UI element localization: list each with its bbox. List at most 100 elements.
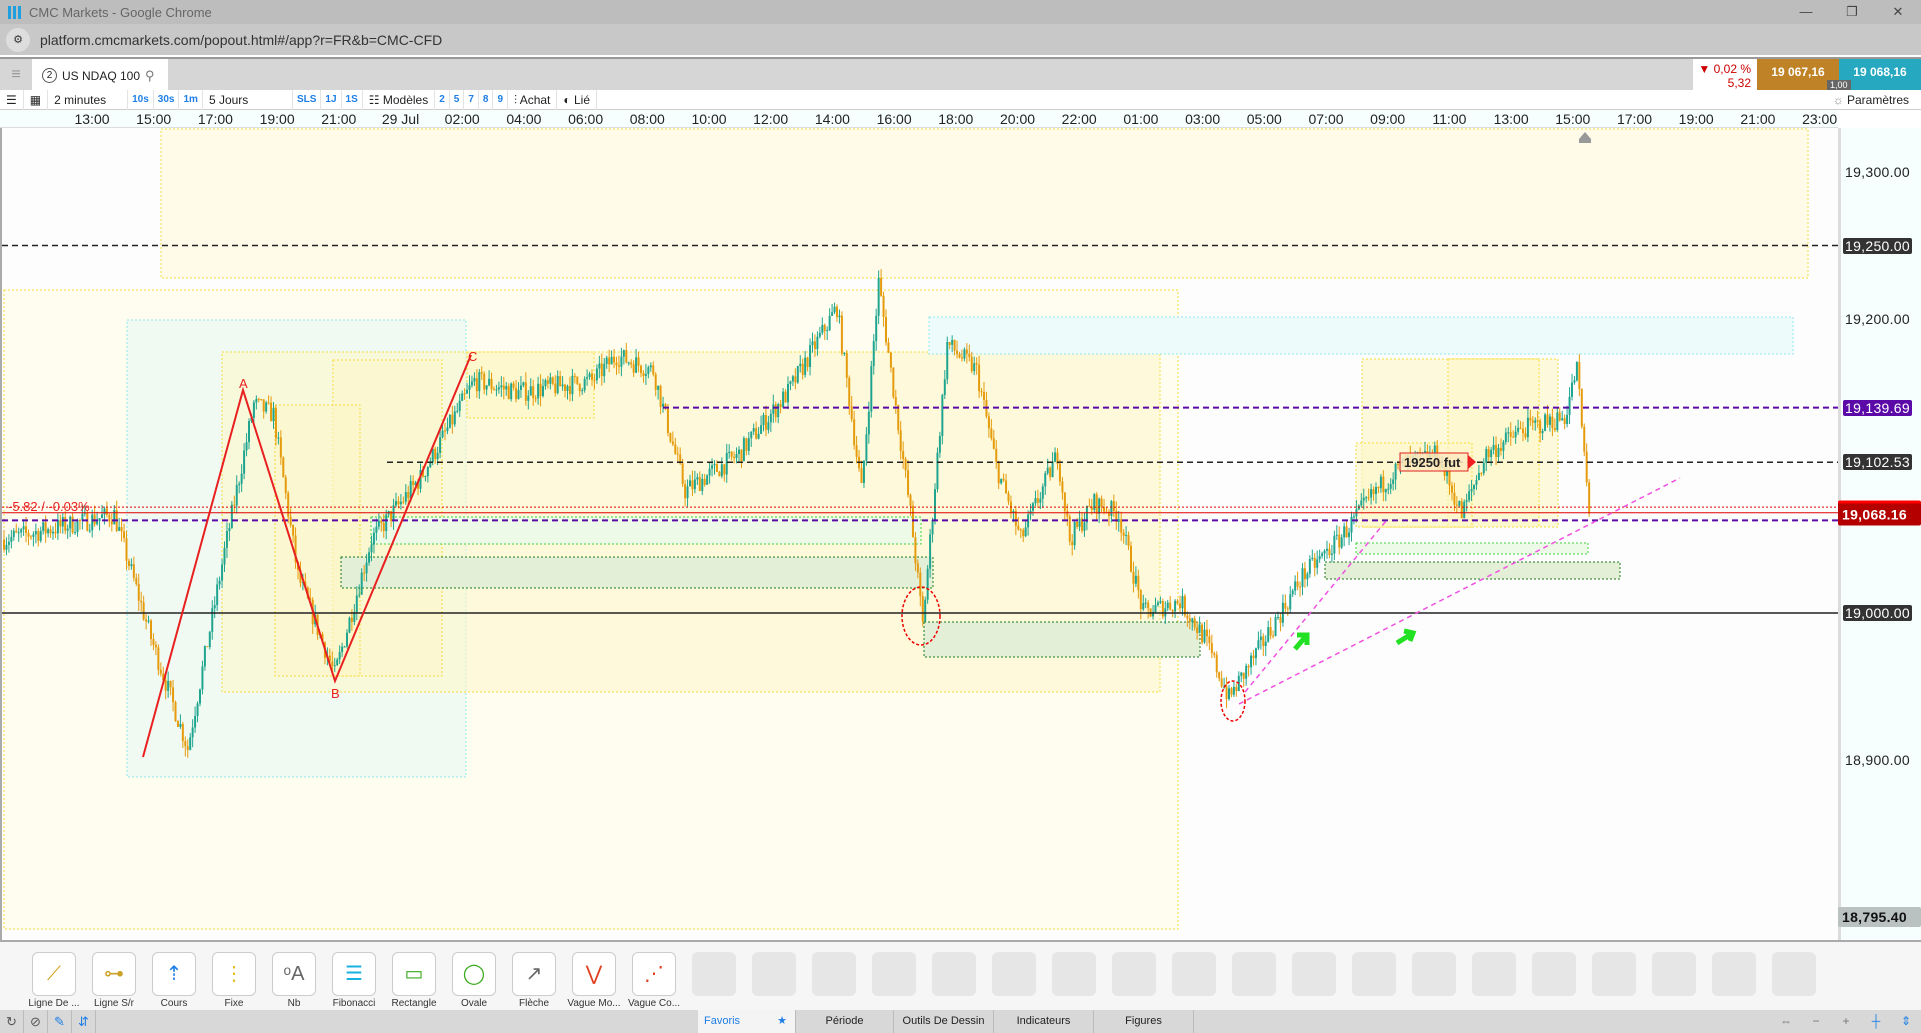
preset-9[interactable]: 9 — [493, 89, 509, 110]
candle-body — [88, 530, 91, 532]
candle-body — [990, 428, 993, 439]
tool-slot-empty — [1772, 952, 1816, 996]
price-chart[interactable]: A B C -5.82 / -0.03% 19250 fut — [0, 128, 1838, 940]
price-axis[interactable]: 19,300.00 19,200.00 18,900.00 18,795.40 19,2… — [1838, 128, 1921, 940]
tool-ligne-s-r[interactable]: ⊶ — [92, 952, 136, 996]
search-icon[interactable]: ⚲ — [145, 68, 155, 84]
candle-body — [1063, 492, 1066, 511]
crosshair-icon[interactable]: ┼ — [1861, 1010, 1891, 1033]
candle-body — [1343, 526, 1346, 538]
list-icon[interactable]: ☰ — [0, 89, 24, 110]
close-button[interactable]: ✕ — [1875, 0, 1921, 24]
candle-body — [201, 666, 204, 690]
candle-body — [350, 617, 353, 622]
linked-button[interactable]: ◐ Lié — [557, 89, 597, 110]
tab-period[interactable]: Période — [796, 1010, 894, 1033]
candle-body — [1201, 624, 1204, 643]
tool-ligne-de-[interactable]: ⟋ — [32, 952, 76, 996]
candle-body — [333, 665, 336, 667]
candle-body — [676, 453, 679, 455]
time-axis[interactable]: 13:00 15:00 17:00 19:00 21:00 29 Jul 02:00 04:0… — [0, 110, 1838, 128]
candle-body — [1051, 461, 1054, 478]
preset-2[interactable]: 2 — [435, 89, 450, 110]
menu-icon[interactable]: ≡ — [0, 59, 32, 90]
quick-1m[interactable]: 1m — [179, 89, 203, 110]
sell-button[interactable]: 19 067,16 1,00 — [1757, 59, 1851, 92]
candle-body — [836, 306, 838, 318]
candle-body — [189, 737, 192, 750]
range-select[interactable]: 5 Jours — [203, 89, 293, 110]
tool-icon: ⋁ — [585, 963, 603, 985]
preset-8[interactable]: 8 — [479, 89, 494, 110]
candle-body — [1017, 525, 1020, 530]
candle-body — [789, 381, 792, 384]
tool-vague-mo-[interactable]: ⋁ — [572, 952, 616, 996]
interval-select[interactable]: 2 minutes — [48, 89, 129, 110]
zone-rect — [923, 621, 1201, 658]
tab-indicators[interactable]: Indicateurs — [994, 1010, 1094, 1033]
settings-button[interactable]: ☼ Paramètres — [1833, 90, 1909, 110]
candle-body — [1512, 436, 1515, 438]
chart-type-button[interactable]: ⫶ Achat — [508, 89, 558, 110]
candle-body — [919, 572, 922, 597]
quick-sls[interactable]: SLS — [293, 89, 322, 110]
candle-body — [622, 350, 625, 357]
preset-7[interactable]: 7 — [464, 89, 479, 110]
tool-slot-empty — [1052, 952, 1096, 996]
zoom-in-icon[interactable]: + — [1831, 1010, 1861, 1033]
sort-icon[interactable]: ⇵ — [72, 1010, 96, 1033]
tool-cours[interactable]: ⇡ — [152, 952, 196, 996]
candle-body — [1326, 548, 1328, 551]
tool-rectangle[interactable]: ▭ — [392, 952, 436, 996]
chart-toolbar: ☰ ▦ 2 minutes 10s 30s 1m 5 Jours SLS 1J … — [0, 89, 1921, 110]
tool-fl-che[interactable]: ↗ — [512, 952, 556, 996]
candle-body — [1519, 427, 1522, 429]
tab-drawing-tools[interactable]: Outils De Dessin — [894, 1010, 994, 1033]
layout-icon[interactable]: ▦ — [24, 89, 49, 110]
quick-1j[interactable]: 1J — [321, 89, 342, 110]
fit-icon[interactable]: ⇔ — [1771, 1010, 1801, 1033]
candle-body — [1539, 420, 1542, 434]
url-text[interactable]: platform.cmcmarkets.com/popout.html#/app… — [40, 32, 442, 48]
pencil-icon[interactable]: ✎ — [48, 1010, 72, 1033]
address-bar[interactable]: ⚙ platform.cmcmarkets.com/popout.html#/a… — [0, 24, 1921, 55]
candle-body — [1039, 498, 1042, 503]
buy-button[interactable]: 19 068,16 — [1839, 59, 1921, 92]
candle-body — [818, 332, 821, 337]
tool-fibonacci[interactable]: ☰ — [332, 952, 376, 996]
tab-favorites[interactable]: Favoris ★ — [698, 1010, 796, 1033]
tool-vague-co-[interactable]: ⋰ — [632, 952, 676, 996]
candle-body — [39, 530, 42, 541]
tab-shapes[interactable]: Figures — [1094, 1010, 1194, 1033]
site-settings-icon[interactable]: ⚙ — [6, 27, 30, 52]
candle-body — [1203, 629, 1206, 643]
candle-body — [767, 422, 770, 430]
clear-icon[interactable]: ⊘ — [24, 1010, 48, 1033]
minimize-button[interactable]: — — [1783, 0, 1829, 24]
candle-body — [1321, 553, 1324, 556]
change-percent: ▼ 0,02 % — [1698, 62, 1751, 76]
preset-5[interactable]: 5 — [450, 89, 465, 110]
candle-body — [652, 365, 655, 375]
gear-icon: ☼ — [1832, 93, 1847, 107]
candle-body — [1308, 559, 1311, 574]
quick-30s[interactable]: 30s — [154, 89, 180, 110]
candle-body — [495, 389, 498, 391]
restore-button[interactable]: ❐ — [1829, 0, 1875, 24]
tool-nb[interactable]: ᵒA — [272, 952, 316, 996]
candle-body — [1215, 654, 1218, 673]
vertical-scale-icon[interactable]: ⇕ — [1891, 1010, 1921, 1033]
refresh-icon[interactable]: ↻ — [0, 1010, 24, 1033]
templates-button[interactable]: ☷ Modèles — [363, 89, 436, 110]
zoom-out-icon[interactable]: − — [1801, 1010, 1831, 1033]
candle-body — [1002, 478, 1005, 481]
candle-body — [1507, 432, 1510, 434]
tool-fixe[interactable]: ⋮ — [212, 952, 256, 996]
quick-10s[interactable]: 10s — [128, 89, 154, 110]
candle-body — [52, 531, 54, 534]
instrument-tab[interactable]: 2 US NDAQ 100 ⚲ — [32, 59, 168, 92]
tool-ovale[interactable]: ◯ — [452, 952, 496, 996]
quick-1s[interactable]: 1S — [342, 89, 363, 110]
candle-body — [343, 646, 346, 648]
candle-body — [1340, 537, 1343, 548]
